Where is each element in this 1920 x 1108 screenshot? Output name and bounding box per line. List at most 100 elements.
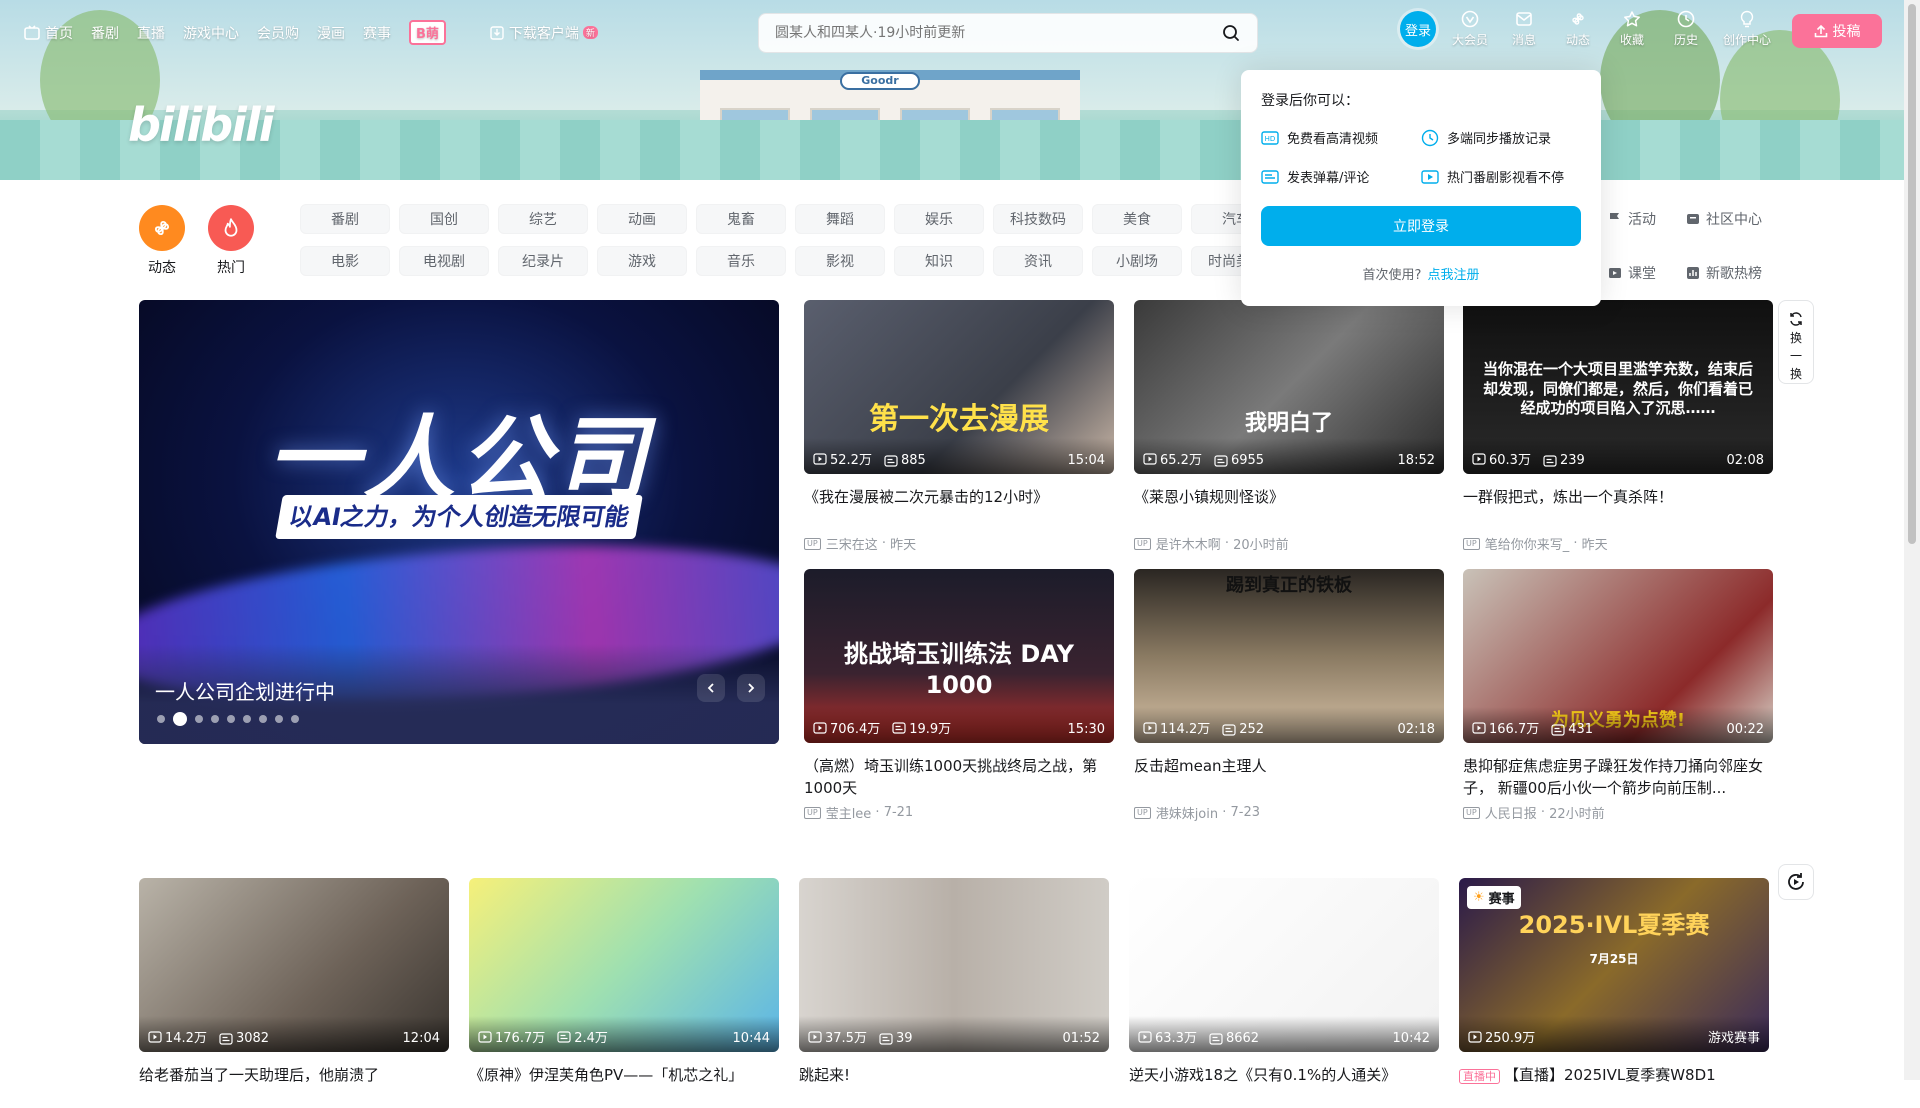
channel-tag[interactable]: 纪录片 xyxy=(498,246,588,276)
channel-tag[interactable]: 鬼畜 xyxy=(696,204,786,234)
video-title[interactable]: 一群假把式，炼出一个真杀阵！ xyxy=(1463,486,1773,530)
carousel-dot[interactable] xyxy=(275,715,283,723)
channel-tag[interactable]: 电影 xyxy=(300,246,390,276)
refresh-button[interactable]: 换 一 换 xyxy=(1778,300,1814,384)
carousel-dot[interactable] xyxy=(195,715,203,723)
nav-messages[interactable]: 消息 xyxy=(1504,10,1544,48)
channel-tag[interactable]: 美食 xyxy=(1092,204,1182,234)
video-thumbnail[interactable]: 挑战埼玉训练法 DAY 1000 706.4万 19.9万 15:30 xyxy=(804,569,1114,743)
video-title[interactable]: 《我在漫展被二次元暴击的12小时》 xyxy=(804,486,1114,530)
search-input[interactable] xyxy=(775,25,1215,41)
carousel-dot[interactable] xyxy=(211,715,219,723)
video-title[interactable]: （高燃）埼玉训练1000天挑战终局之战，第1000天 xyxy=(804,755,1114,799)
video-thumbnail[interactable]: 我明白了 65.2万 6955 18:52 xyxy=(1134,300,1444,474)
video-thumbnail[interactable]: 63.3万 8662 10:42 xyxy=(1129,878,1439,1052)
channel-tag[interactable]: 番剧 xyxy=(300,204,390,234)
refresh-feed-button[interactable] xyxy=(1778,864,1814,900)
carousel-dot[interactable] xyxy=(227,715,235,723)
nav-creator-center[interactable]: 创作中心 xyxy=(1720,10,1774,48)
channel-tag[interactable]: 综艺 xyxy=(498,204,588,234)
nav-download[interactable]: 下载客户端 新 xyxy=(490,23,598,43)
bilibili-logo[interactable]: bilibili xyxy=(128,98,274,152)
nav-bangumi[interactable]: 番剧 xyxy=(91,23,119,43)
video-author[interactable]: 三宋在这 xyxy=(826,534,878,553)
video-title[interactable]: 《原神》伊涅芙角色PV——「机芯之礼」 xyxy=(469,1064,779,1108)
video-title[interactable]: 反击超mean主理人 xyxy=(1134,755,1444,799)
video-card[interactable]: 第一次去漫展 52.2万 885 15:04 《我在漫展被二次元暴击的12小时》 UP 三宋… xyxy=(804,300,1114,553)
carousel-caption[interactable]: 一人公司企划进行中 xyxy=(155,676,335,705)
nav-manga[interactable]: 漫画 xyxy=(317,23,345,43)
video-author[interactable]: 人民日报 xyxy=(1485,803,1537,822)
nav-live[interactable]: 直播 xyxy=(137,23,165,43)
page-scrollbar[interactable] xyxy=(1904,0,1920,1080)
video-card[interactable]: 挑战埼玉训练法 DAY 1000 706.4万 19.9万 15:30 （高燃）埼玉训练… xyxy=(804,569,1114,822)
nav-mall[interactable]: 会员购 xyxy=(257,23,299,43)
video-thumbnail[interactable]: 为见义勇为点赞!166.7万43100:22 xyxy=(1463,569,1773,743)
hero-carousel[interactable]: 一人公司 以AI之力，为个人创造无限可能 一人公司企划进行中 xyxy=(139,300,779,744)
video-card[interactable]: 踢到真正的铁板 114.2万 252 02:18 反击超mean主理人 UP 港妹妹join… xyxy=(1134,569,1444,822)
video-title[interactable]: 跳起来! xyxy=(799,1064,1109,1108)
video-author[interactable]: 是许木木啊 xyxy=(1156,534,1221,553)
channel-tag[interactable]: 知识 xyxy=(894,246,984,276)
video-title[interactable]: 逆天小游戏18之《只有0.1%的人通关》 xyxy=(1129,1064,1439,1108)
carousel-next-button[interactable] xyxy=(737,674,765,702)
video-author[interactable]: 港妹妹join xyxy=(1156,803,1218,822)
channel-tag[interactable]: 娱乐 xyxy=(894,204,984,234)
nav-bmeng[interactable]: B萌 xyxy=(409,20,446,45)
nav-esports[interactable]: 赛事 xyxy=(363,23,391,43)
channel-new-songs[interactable]: 新歌热榜 xyxy=(1686,258,1786,288)
channel-classroom[interactable]: 课堂 xyxy=(1608,258,1686,288)
video-author[interactable]: 笔给你你来写_ xyxy=(1485,534,1570,553)
nav-home[interactable]: 首页 xyxy=(24,23,73,43)
register-link[interactable]: 点我注册 xyxy=(1427,268,1479,283)
video-card[interactable]: 2025·IVL夏季赛 7月25日 ☀ 赛事 250.9万 游戏赛事直播中 【直播】2025… xyxy=(1459,878,1769,1108)
video-thumbnail[interactable]: 176.7万 2.4万 10:44 xyxy=(469,878,779,1052)
video-title[interactable]: 《莱恩小镇规则怪谈》 xyxy=(1134,486,1444,530)
nav-dynamic[interactable]: 动态 xyxy=(1558,10,1598,48)
video-title[interactable]: 给老番茄当了一天助理后，他崩溃了 xyxy=(139,1064,449,1108)
channel-tag[interactable]: 国创 xyxy=(399,204,489,234)
channel-tag[interactable]: 资讯 xyxy=(993,246,1083,276)
channel-activity[interactable]: 活动 xyxy=(1608,204,1686,234)
channel-tag[interactable]: 科技数码 xyxy=(993,204,1083,234)
video-thumbnail[interactable]: 第一次去漫展 52.2万 885 15:04 xyxy=(804,300,1114,474)
login-now-button[interactable]: 立即登录 xyxy=(1261,206,1581,246)
video-card[interactable]: 14.2万 3082 12:04 给老番茄当了一天助理后，他崩溃了 xyxy=(139,878,449,1108)
video-title[interactable]: 患抑郁症焦虑症男子躁狂发作持刀捅向邻座女子， 新疆00后小伙一个箭步向前压制..… xyxy=(1463,755,1773,799)
channel-tag[interactable]: 电视剧 xyxy=(399,246,489,276)
video-author[interactable]: 莹主lee xyxy=(826,803,872,822)
carousel-dot[interactable] xyxy=(259,715,267,723)
video-card[interactable]: 我明白了 65.2万 6955 18:52 《莱恩小镇规则怪谈》 UP 是许木木啊 · 20… xyxy=(1134,300,1444,553)
video-thumbnail[interactable]: 当你混在一个大项目里滥竽充数，结束后却发现，同僚们都是，然后，你们看着已经成功的… xyxy=(1463,300,1773,474)
channel-tag[interactable]: 动画 xyxy=(597,204,687,234)
video-title[interactable]: 直播中 【直播】2025IVL夏季赛W8D1 xyxy=(1459,1064,1769,1108)
carousel-dot[interactable] xyxy=(291,715,299,723)
channel-tag[interactable]: 影视 xyxy=(795,246,885,276)
carousel-dot[interactable] xyxy=(173,712,187,726)
carousel-dot[interactable] xyxy=(157,715,165,723)
carousel-prev-button[interactable] xyxy=(697,674,725,702)
nav-favorites[interactable]: 收藏 xyxy=(1612,10,1652,48)
channel-dynamic[interactable]: 动态 xyxy=(139,205,185,277)
channel-tag[interactable]: 小剧场 xyxy=(1092,246,1182,276)
login-avatar-button[interactable]: 登录 xyxy=(1400,11,1436,47)
channel-community[interactable]: 社区中心 xyxy=(1686,204,1786,234)
channel-tag[interactable]: 音乐 xyxy=(696,246,786,276)
carousel-dot[interactable] xyxy=(243,715,251,723)
nav-game-center[interactable]: 游戏中心 xyxy=(183,23,239,43)
video-thumbnail[interactable]: 踢到真正的铁板 114.2万 252 02:18 xyxy=(1134,569,1444,743)
nav-history[interactable]: 历史 xyxy=(1666,10,1706,48)
video-card[interactable]: 63.3万 8662 10:42 逆天小游戏18之《只有0.1%的人通关》 xyxy=(1129,878,1439,1108)
video-card[interactable]: 当你混在一个大项目里滥竽充数，结束后却发现，同僚们都是，然后，你们看着已经成功的… xyxy=(1463,300,1773,553)
search-button[interactable] xyxy=(1215,17,1247,49)
video-thumbnail[interactable]: 37.5万 39 01:52 xyxy=(799,878,1109,1052)
video-card[interactable]: 为见义勇为点赞!166.7万43100:22 患抑郁症焦虑症男子躁狂发作持刀捅向邻… xyxy=(1463,569,1773,822)
channel-hot[interactable]: 热门 xyxy=(208,205,254,277)
video-thumbnail[interactable]: 14.2万 3082 12:04 xyxy=(139,878,449,1052)
channel-tag[interactable]: 游戏 xyxy=(597,246,687,276)
scrollbar-thumb[interactable] xyxy=(1908,4,1916,544)
video-card[interactable]: 37.5万 39 01:52 跳起来! xyxy=(799,878,1109,1108)
nav-vip[interactable]: 大会员 xyxy=(1450,10,1490,48)
video-thumbnail[interactable]: 2025·IVL夏季赛 7月25日 ☀ 赛事 250.9万 游戏赛事 xyxy=(1459,878,1769,1052)
upload-button[interactable]: 投稿 xyxy=(1792,14,1882,48)
